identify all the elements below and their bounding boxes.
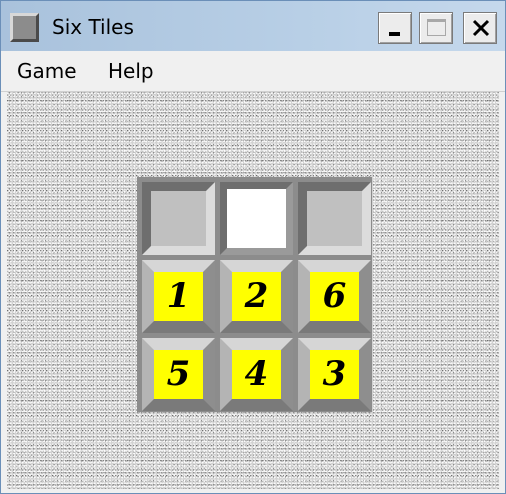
menu-game[interactable]: Game <box>17 59 77 83</box>
menu-bar: Game Help <box>1 51 505 92</box>
tile-number: 6 <box>322 276 347 316</box>
title-bar[interactable]: Six Tiles <box>1 1 505 51</box>
window-title: Six Tiles <box>52 15 134 39</box>
close-button[interactable] <box>463 12 497 44</box>
tile-number: 3 <box>322 354 347 394</box>
game-area: 1 2 6 5 4 3 <box>7 92 499 489</box>
close-icon <box>472 19 490 37</box>
game-window: Six Tiles Game Help 1 2 6 5 4 3 <box>0 0 506 494</box>
tile-number: 2 <box>244 276 269 316</box>
tile-number: 5 <box>166 354 191 394</box>
tile-1[interactable]: 1 <box>142 260 215 333</box>
tile-6[interactable]: 6 <box>298 260 371 333</box>
menu-help[interactable]: Help <box>108 59 154 83</box>
minimize-button[interactable] <box>378 12 412 44</box>
tile-2[interactable]: 2 <box>220 260 293 333</box>
recessed-cell[interactable] <box>298 182 371 255</box>
empty-slot[interactable] <box>220 182 293 255</box>
app-icon[interactable] <box>10 13 39 42</box>
puzzle-board: 1 2 6 5 4 3 <box>137 177 372 412</box>
tile-3[interactable]: 3 <box>298 338 371 411</box>
minimize-icon <box>389 32 400 36</box>
recessed-cell[interactable] <box>142 182 215 255</box>
maximize-icon <box>427 19 446 36</box>
tile-number: 4 <box>244 354 269 394</box>
tile-5[interactable]: 5 <box>142 338 215 411</box>
tile-number: 1 <box>166 276 191 316</box>
maximize-button[interactable] <box>419 12 453 44</box>
tile-4[interactable]: 4 <box>220 338 293 411</box>
